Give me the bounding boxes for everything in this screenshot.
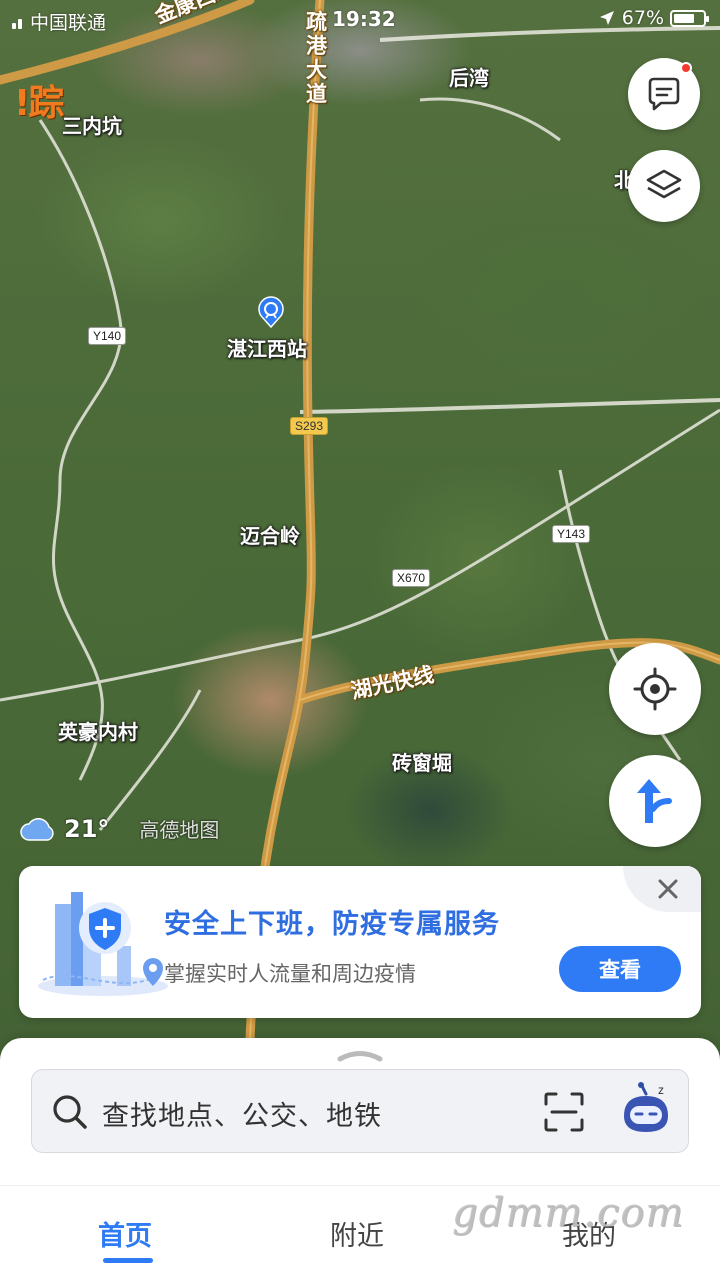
route-button[interactable] (609, 755, 701, 847)
search-icon (53, 1095, 87, 1129)
search-input[interactable]: 查找地点、公交、地铁 (102, 1094, 382, 1133)
battery-icon (670, 9, 709, 27)
place-label-station[interactable]: 湛江西站 (227, 333, 307, 362)
chevron-up-icon[interactable] (336, 1046, 384, 1062)
road-shield-x670: X670 (392, 569, 431, 587)
view-button[interactable]: 查看 (559, 946, 681, 992)
signal-icon (12, 15, 22, 29)
road-shield-y140: Y140 (88, 327, 127, 345)
status-bar: 中国联通 19:32 67% (0, 0, 720, 40)
locate-button[interactable] (609, 643, 701, 735)
station-icon[interactable] (257, 296, 285, 328)
carrier-name: 中国联通 (30, 12, 107, 34)
amap-logo: 高德地图 (139, 818, 220, 842)
svg-text:z: z (658, 1083, 664, 1097)
road-shield-y143: Y143 (552, 525, 591, 543)
promo-banner[interactable]: 安全上下班，防疫专属服务 掌握实时人流量和周边疫情 查看 (19, 866, 701, 1018)
banner-title: 安全上下班，防疫专属服务 (164, 909, 500, 940)
temperature: 21° (64, 814, 110, 843)
clock: 19:32 (332, 7, 396, 31)
route-icon (637, 779, 672, 823)
tab-home[interactable]: 首页 (98, 1214, 152, 1253)
layers-icon (646, 169, 682, 199)
city-shield-illustration-icon (38, 892, 168, 996)
message-icon (648, 77, 680, 111)
weather-cloud-icon (20, 817, 54, 841)
road-shield-s293: S293 (290, 417, 329, 435)
layers-button[interactable] (628, 150, 700, 222)
battery-percent: 67% (621, 7, 664, 29)
scan-icon[interactable] (542, 1090, 586, 1134)
assistant-bot-icon[interactable]: z (618, 1080, 674, 1140)
place-label-yinghao[interactable]: 英豪内村 (58, 716, 138, 745)
place-label-sannei[interactable]: 三内坑 (62, 110, 122, 139)
carrier-group: 中国联通 (12, 8, 106, 35)
close-icon[interactable] (653, 874, 683, 904)
weather-widget[interactable]: 21° 高德地图 (20, 814, 219, 843)
locate-icon (633, 667, 677, 711)
location-arrow-icon (599, 11, 614, 25)
watermark-overlay: !踪 (14, 83, 64, 124)
search-bar[interactable]: 查找地点、公交、地铁 z (31, 1069, 689, 1153)
tab-nearby[interactable]: 附近 (330, 1214, 384, 1253)
tab-home-indicator (103, 1258, 153, 1263)
place-label-zhuanyao[interactable]: 砖窗堀 (392, 747, 452, 776)
notification-dot (680, 62, 692, 74)
message-button[interactable] (628, 58, 700, 130)
place-label-houwan[interactable]: 后湾 (449, 62, 489, 91)
banner-subtitle: 掌握实时人流量和周边疫情 (164, 962, 416, 986)
status-right: 67% (598, 7, 709, 29)
place-label-maihe[interactable]: 迈合岭 (240, 520, 300, 549)
site-watermark: gdmm.com (452, 1190, 685, 1236)
